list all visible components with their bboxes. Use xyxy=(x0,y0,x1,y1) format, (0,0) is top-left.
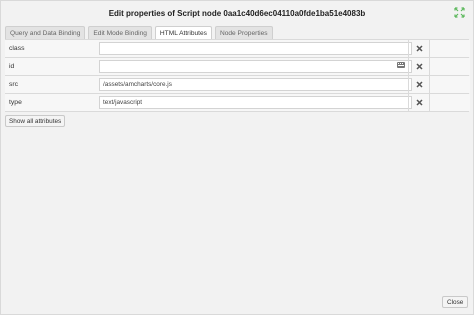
tab-html-attributes[interactable]: HTML Attributes xyxy=(154,26,212,40)
attribute-name: src xyxy=(9,81,19,88)
attributes-table: class id src /assets/amcharts/core.js ty… xyxy=(5,39,470,112)
keyboard-icon[interactable] xyxy=(397,62,405,68)
tab-node-properties[interactable]: Node Properties xyxy=(214,26,273,39)
attribute-row-id: id xyxy=(5,58,470,76)
tab-bar: Query and Data Binding Edit Mode Binding… xyxy=(5,26,273,40)
attribute-name: type xyxy=(9,99,22,106)
show-all-attributes-button[interactable]: Show all attributes xyxy=(5,115,66,127)
tab-label: Node Properties xyxy=(219,29,268,37)
delete-attribute-button[interactable] xyxy=(408,58,429,75)
attribute-value-input[interactable] xyxy=(99,42,412,55)
delete-attribute-button[interactable] xyxy=(408,94,429,111)
attribute-value-input[interactable]: /assets/amcharts/core.js xyxy=(99,78,412,91)
row-spacer xyxy=(429,40,470,57)
attribute-value-input[interactable]: text/javascript xyxy=(99,96,412,109)
dialog-titlebar: Edit properties of Script node 0aa1c40d6… xyxy=(1,1,473,25)
close-button[interactable]: Close xyxy=(442,296,469,308)
row-spacer xyxy=(429,76,470,93)
html-attributes-panel: class id src /assets/amcharts/core.js ty… xyxy=(5,39,470,289)
expand-icon[interactable] xyxy=(454,7,465,18)
tab-label: Query and Data Binding xyxy=(10,29,81,37)
attribute-row-class: class xyxy=(5,40,470,58)
attribute-name: class xyxy=(9,45,25,52)
delete-x-icon xyxy=(415,81,423,88)
row-spacer xyxy=(429,58,470,75)
delete-x-icon xyxy=(415,63,423,70)
edit-properties-dialog: Edit properties of Script node 0aa1c40d6… xyxy=(0,0,474,315)
tab-edit-mode-binding[interactable]: Edit Mode Binding xyxy=(88,26,152,39)
tab-query-data-binding[interactable]: Query and Data Binding xyxy=(5,26,86,39)
dialog-title: Edit properties of Script node 0aa1c40d6… xyxy=(108,8,366,18)
attribute-row-src: src /assets/amcharts/core.js xyxy=(5,76,470,94)
delete-x-icon xyxy=(415,99,423,106)
tab-label: HTML Attributes xyxy=(159,30,207,37)
delete-attribute-button[interactable] xyxy=(408,76,429,93)
attribute-row-type: type text/javascript xyxy=(5,94,470,112)
delete-attribute-button[interactable] xyxy=(408,40,429,57)
delete-x-icon xyxy=(415,45,423,52)
attribute-value-input[interactable] xyxy=(99,60,412,73)
tab-label: Edit Mode Binding xyxy=(93,29,147,37)
row-spacer xyxy=(429,94,470,111)
attribute-name: id xyxy=(9,63,15,70)
